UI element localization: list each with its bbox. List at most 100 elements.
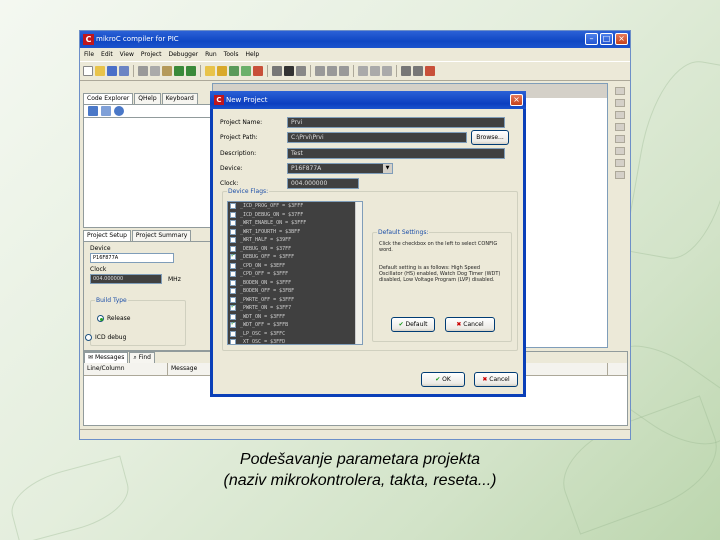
build-all-icon[interactable] [241, 66, 251, 76]
build-icon[interactable] [229, 66, 239, 76]
chevron-down-icon[interactable]: ▼ [383, 164, 392, 173]
paste-icon[interactable] [162, 66, 172, 76]
clock-input[interactable]: 004.000000 [90, 274, 162, 284]
menu-project[interactable]: Project [141, 49, 162, 60]
device-flag-row[interactable]: _PWRTE_OFF = $3FFF [228, 296, 362, 305]
release-radio[interactable]: Release [97, 315, 130, 322]
device-flag-checkbox[interactable] [230, 228, 236, 235]
device-flag-row[interactable]: _BODEN_OFF = $3FBF [228, 287, 362, 296]
step-into-icon[interactable] [358, 66, 368, 76]
device-flags-list[interactable]: _ICD_PROG_OFF = $3FFF _ICD_DEBUG_ON = $37… [227, 201, 363, 345]
tab-code-explorer[interactable]: Code Explorer [83, 93, 134, 104]
undo-icon[interactable] [174, 66, 184, 76]
default-button[interactable]: ✔ Default [391, 317, 435, 332]
device-flag-checkbox[interactable] [230, 203, 236, 210]
column-line-column[interactable]: Line/Column [84, 363, 168, 375]
device-flag-checkbox[interactable] [230, 245, 236, 252]
bookmark-icon[interactable] [315, 66, 325, 76]
save-icon[interactable] [107, 66, 117, 76]
redo-icon[interactable] [186, 66, 196, 76]
minimize-button[interactable]: – [585, 33, 598, 45]
stop-icon[interactable] [401, 66, 411, 76]
run-icon[interactable] [413, 66, 423, 76]
device-flag-row[interactable]: _CPD_OFF = $3FFF [228, 270, 362, 279]
step-over-icon[interactable] [370, 66, 380, 76]
menu-file[interactable]: File [84, 49, 94, 60]
device-flag-row[interactable]: _BODEN_ON = $3FFF [228, 279, 362, 288]
device-flag-checkbox[interactable] [230, 288, 236, 295]
clock-input-dialog[interactable]: 004.000000 [287, 178, 359, 189]
code-explorer-tree[interactable] [83, 118, 211, 228]
device-flag-row[interactable]: _WRT_ENABLE_ON = $3FFF [228, 219, 362, 228]
device-flag-row[interactable]: _PWRTE_ON = $3FF7 [228, 303, 362, 313]
seven-segment-icon[interactable] [615, 171, 625, 179]
icd-debug-radio[interactable]: ICD debug [85, 334, 126, 341]
device-flag-row[interactable]: _WDT_ON = $3FFF [228, 313, 362, 322]
project-path-input[interactable]: C:\Prvi\Prvi [287, 132, 467, 143]
device-flag-row[interactable]: _WRT_1FOURTH = $3BFF [228, 228, 362, 237]
program-icon[interactable] [253, 66, 263, 76]
flags-scrollbar[interactable] [355, 202, 362, 344]
device-flag-row[interactable]: _WDT_OFF = $3FFB [228, 320, 362, 330]
menu-tools[interactable]: Tools [224, 49, 239, 60]
bookmark-next-icon[interactable] [339, 66, 349, 76]
device-flag-row[interactable]: _DEBUG_ON = $37FF [228, 245, 362, 254]
menu-view[interactable]: View [120, 49, 134, 60]
ok-button[interactable]: ✔ OK [421, 372, 465, 387]
copy-icon[interactable] [150, 66, 160, 76]
menu-edit[interactable]: Edit [101, 49, 113, 60]
open-project-icon[interactable] [217, 66, 227, 76]
device-flag-checkbox[interactable] [230, 313, 236, 320]
tab-project-summary[interactable]: Project Summary [131, 230, 192, 241]
browse-button[interactable]: Browse... [471, 130, 509, 145]
menu-run[interactable]: Run [205, 49, 217, 60]
close-button[interactable]: × [615, 33, 628, 45]
font-icon[interactable] [284, 66, 294, 76]
device-flag-checkbox[interactable] [230, 271, 236, 278]
menu-debugger[interactable]: Debugger [168, 49, 198, 60]
tab-find[interactable]: ⌕ Find [129, 352, 155, 363]
device-flag-checkbox[interactable] [230, 320, 236, 329]
device-flag-row[interactable]: _ICD_PROG_OFF = $3FFF [228, 202, 362, 211]
device-flag-checkbox[interactable] [230, 252, 236, 261]
device-flag-row[interactable]: _WRT_HALF = $39FF [228, 236, 362, 245]
device-flag-checkbox[interactable] [230, 330, 236, 337]
tab-messages[interactable]: ✉ Messages [84, 352, 129, 363]
tab-project-setup[interactable]: Project Setup [83, 230, 131, 241]
device-dropdown[interactable]: P16F877A ▼ [287, 163, 393, 174]
dialog-close-button[interactable]: × [510, 94, 523, 106]
menu-help[interactable]: Help [245, 49, 259, 60]
ascii-chart-icon[interactable] [615, 135, 625, 143]
help-icon[interactable] [114, 106, 124, 116]
device-flag-row[interactable]: _LP_OSC = $3FFC [228, 330, 362, 339]
maximize-button[interactable]: □ [600, 33, 613, 45]
cut-icon[interactable] [138, 66, 148, 76]
tab-qhelp[interactable]: QHelp [134, 93, 161, 104]
usart-terminal-icon[interactable] [615, 147, 625, 155]
debug-icon[interactable] [425, 66, 435, 76]
cancel-button[interactable]: ✖ Cancel [474, 372, 518, 387]
device-flag-checkbox[interactable] [230, 339, 236, 344]
new-project-icon[interactable] [205, 66, 215, 76]
listing-icon[interactable] [615, 111, 625, 119]
assembly-icon[interactable] [615, 99, 625, 107]
device-flag-checkbox[interactable] [230, 220, 236, 227]
description-input[interactable]: Test [287, 148, 505, 159]
device-flag-row[interactable]: _XT_OSC = $3FFD [228, 338, 362, 344]
bookmark-prev-icon[interactable] [327, 66, 337, 76]
device-flag-row[interactable]: _ICD_DEBUG_ON = $37FF [228, 211, 362, 220]
project-name-input[interactable]: Prvi [287, 117, 505, 128]
device-flag-row[interactable]: _CPD_ON = $3EFF [228, 262, 362, 271]
step-out-icon[interactable] [382, 66, 392, 76]
open-file-icon[interactable] [95, 66, 105, 76]
device-flag-checkbox[interactable] [230, 237, 236, 244]
device-flag-checkbox[interactable] [230, 296, 236, 303]
lcd-editor-icon[interactable] [615, 159, 625, 167]
device-flag-checkbox[interactable] [230, 262, 236, 269]
cancel-flags-button[interactable]: ✖ Cancel [445, 317, 495, 332]
device-flag-checkbox[interactable] [230, 279, 236, 286]
collapse-all-icon[interactable] [101, 106, 111, 116]
search-icon[interactable] [296, 66, 306, 76]
tools-icon[interactable] [272, 66, 282, 76]
device-select[interactable]: P16F877A [90, 253, 174, 263]
